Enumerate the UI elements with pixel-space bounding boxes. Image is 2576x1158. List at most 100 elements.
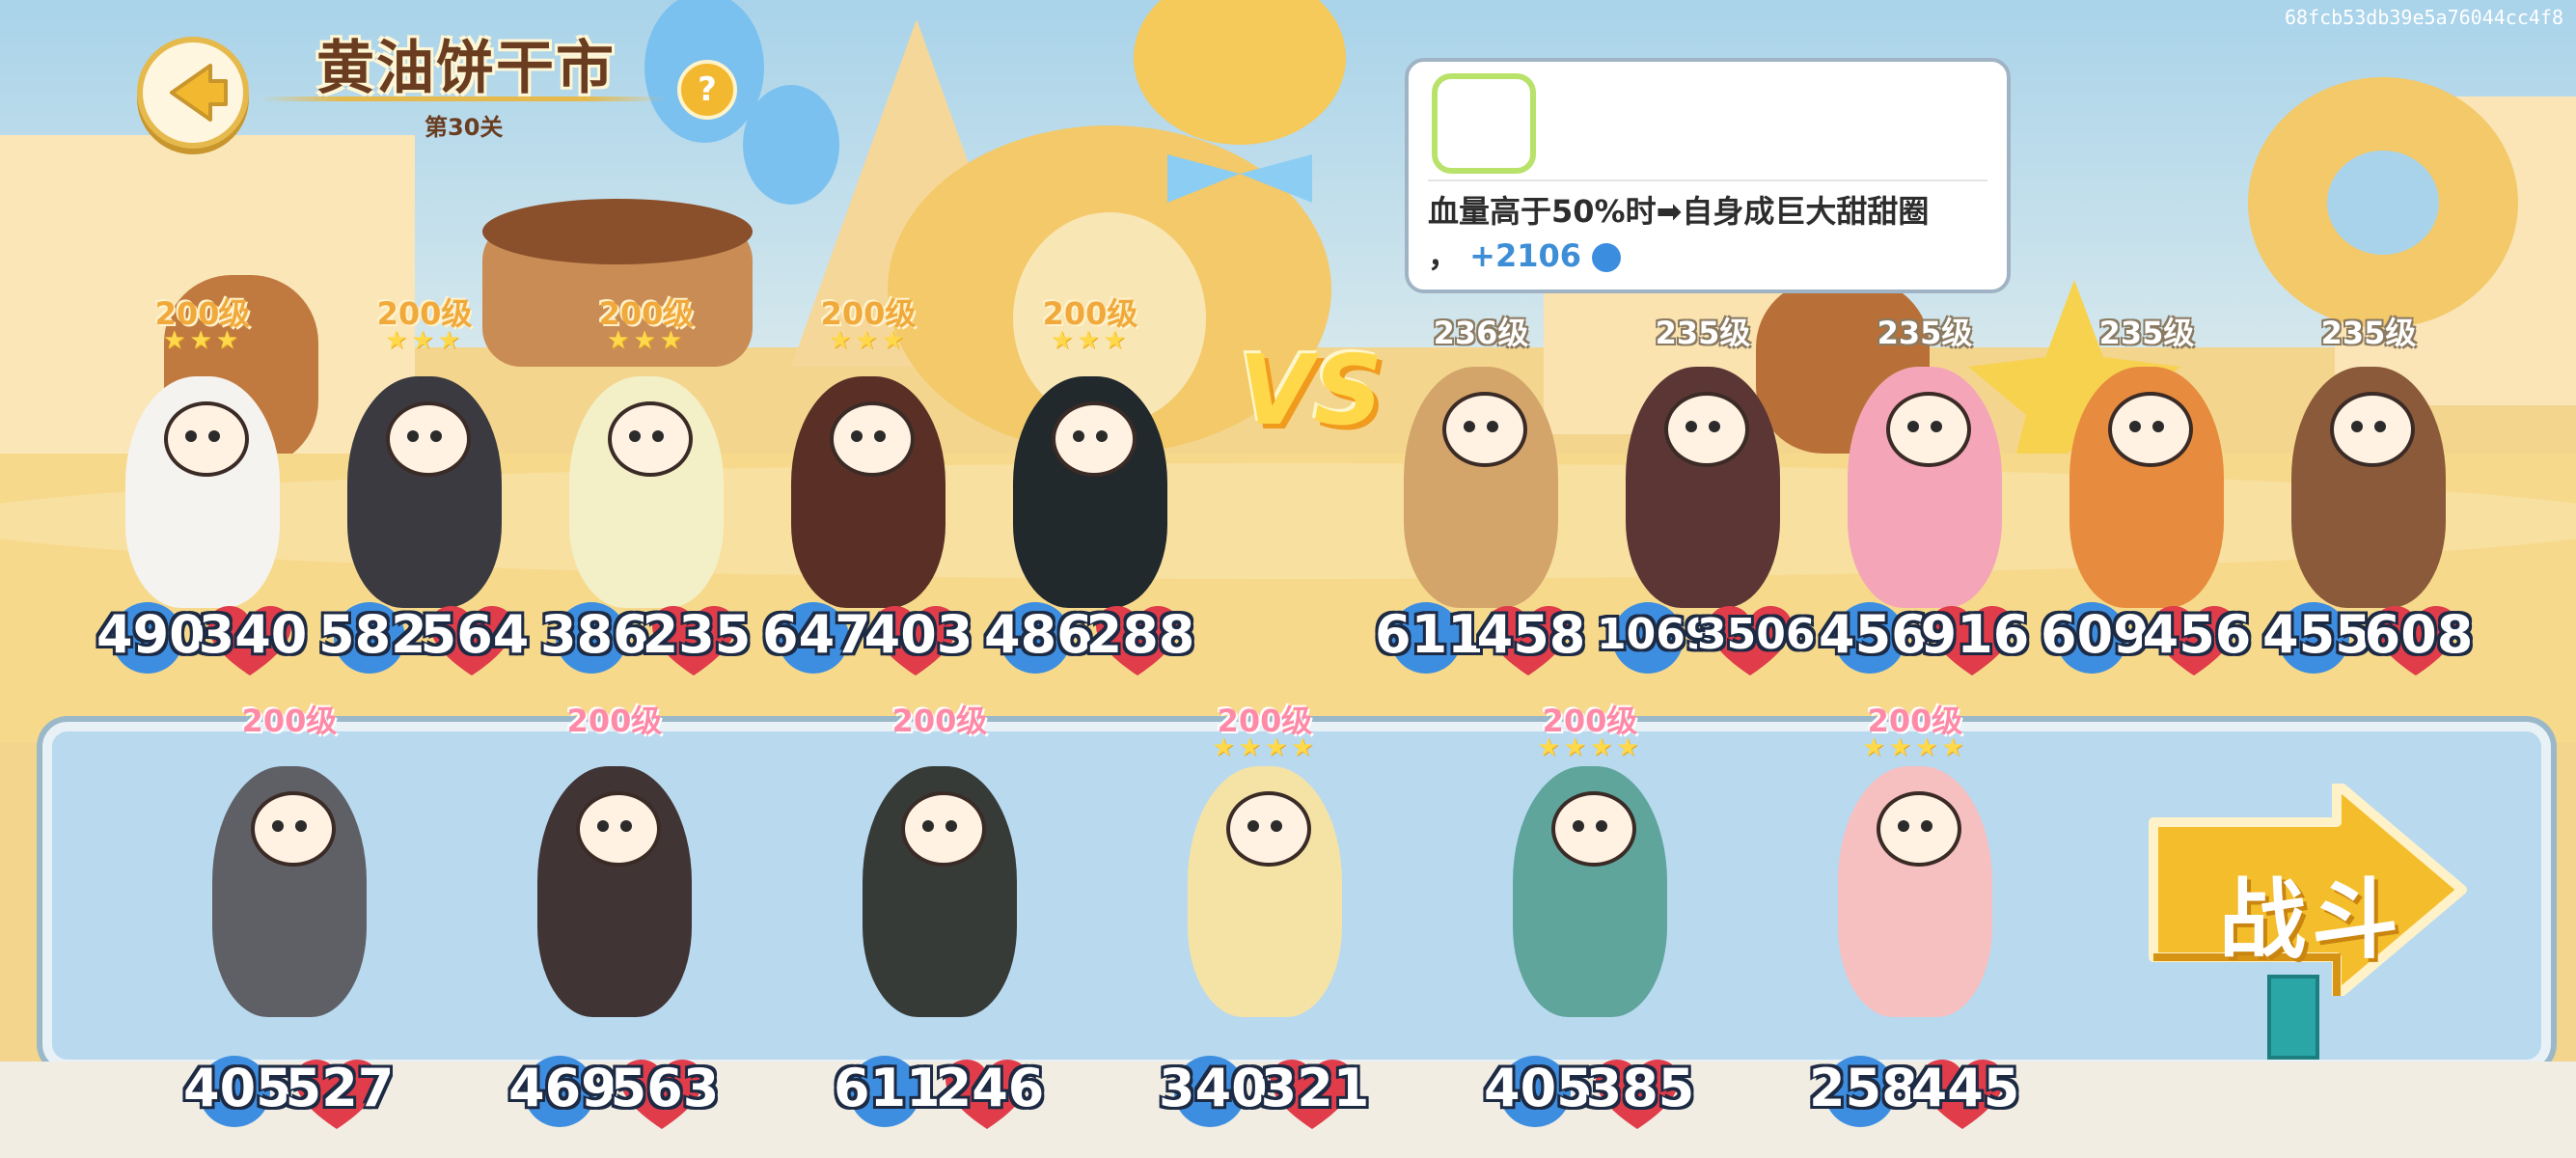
unit-hp: 445 <box>1910 1058 2020 1118</box>
unit-attack: 405 <box>183 1058 292 1118</box>
back-button[interactable] <box>137 37 249 149</box>
tooltip-condition: 血量高于50%时➡自身成巨大甜甜圈 <box>1428 193 1930 230</box>
character-eye <box>1573 820 1584 832</box>
character-face <box>1551 791 1636 867</box>
unit-hp: 916 <box>1920 604 2030 665</box>
unit-attack: 647 <box>762 604 871 665</box>
unit-stats: 386 235 <box>540 600 753 677</box>
character-toaster <box>1848 367 2002 608</box>
character-eye <box>1931 421 1942 432</box>
character-eye <box>2374 421 2386 432</box>
character-eye <box>185 430 197 442</box>
unit-hp: 235 <box>642 604 752 665</box>
blue-balloon-small <box>743 85 839 205</box>
unit-stats: 486 288 <box>984 600 1196 677</box>
unit-hp: 246 <box>935 1058 1045 1118</box>
unit-stars: ★★★ <box>163 326 242 355</box>
unit-stars: ★★★★ <box>1537 733 1643 762</box>
character-eye <box>1709 421 1720 432</box>
character-garden-gnome <box>1513 766 1667 1017</box>
unit-attack: 386 <box>540 604 649 665</box>
unit-hp: 3506 <box>1697 610 1816 659</box>
character-eye <box>407 430 419 442</box>
unit-attack: 490 <box>96 604 206 665</box>
character-eye <box>1907 421 1919 432</box>
character-face <box>2108 392 2193 467</box>
unit-hp: 458 <box>1476 604 1586 665</box>
character-eye <box>945 820 957 832</box>
unit-stats: 647 403 <box>762 600 974 677</box>
coin-icon <box>1592 243 1622 272</box>
unit-attack: 469 <box>508 1058 617 1118</box>
character-flower-fairy <box>569 376 724 608</box>
character-eye <box>652 430 664 442</box>
stage-label: 第30关 <box>425 114 504 141</box>
character-eye <box>851 430 863 442</box>
unit-stats: 611 246 <box>834 1054 1046 1131</box>
unit-attack: 582 <box>318 604 427 665</box>
character-eye <box>1487 421 1498 432</box>
character-eye <box>1464 421 1475 432</box>
character-eye <box>1271 820 1282 832</box>
character-devil-cat <box>537 766 692 1017</box>
tooltip-bonus-prefix: ， <box>1428 237 1460 274</box>
unit-stats: 456 916 <box>1819 600 2031 677</box>
character-eye <box>1073 430 1084 442</box>
character-eye <box>1596 820 1607 832</box>
unit-hp: 563 <box>610 1058 720 1118</box>
unit-stats: 611 458 <box>1375 600 1587 677</box>
unit-hp: 527 <box>285 1058 395 1118</box>
unit-attack: 611 <box>1375 604 1484 665</box>
unit-attack: 486 <box>984 604 1093 665</box>
unit-stats: 609 456 <box>2041 600 2253 677</box>
character-sprout-boy <box>1188 766 1342 1017</box>
unit-level: 235级 <box>2320 315 2417 351</box>
character-snow-leopard-ninja <box>347 376 502 608</box>
unit-stats: 340 321 <box>1159 1054 1371 1131</box>
character-rock-guitarist <box>791 376 945 608</box>
tooltip-bonus: +2106 <box>1469 237 1582 274</box>
page-title: 黄油饼干市 <box>316 35 616 102</box>
vs-label: VS <box>1239 334 1384 447</box>
character-eye <box>1921 820 1932 832</box>
character-eye <box>1247 820 1259 832</box>
character-face <box>576 791 661 867</box>
character-armored-raccoon <box>212 766 367 1017</box>
unit-stars: ★★★ <box>385 326 464 355</box>
character-face <box>1664 392 1749 467</box>
unit-attack: 611 <box>834 1058 943 1118</box>
unit-attack: 405 <box>1484 1058 1593 1118</box>
unit-stars: ★★★ <box>829 326 908 355</box>
character-face <box>1442 392 1527 467</box>
character-bunny-chef <box>1838 766 1992 1017</box>
unit-stats: 405 527 <box>183 1054 396 1131</box>
unit-stats: 490 340 <box>96 600 309 677</box>
character-eye <box>272 820 284 832</box>
unit-stars: ★★★ <box>1051 326 1130 355</box>
character-pilot-monkey <box>2291 367 2446 608</box>
unit-hp: 564 <box>420 604 530 665</box>
character-face <box>164 401 249 477</box>
character-face <box>386 401 471 477</box>
character-face <box>1052 401 1137 477</box>
character-eyepatch-cheetah <box>1404 367 1558 608</box>
unit-stars: ★★★★ <box>1212 733 1318 762</box>
unit-level: 236级 <box>1433 315 1529 351</box>
arrow-left-icon <box>170 64 228 122</box>
unit-stats: 582 564 <box>318 600 531 677</box>
unit-hp: 321 <box>1260 1058 1370 1118</box>
character-eye <box>922 820 934 832</box>
unit-stars: ★★★ <box>607 326 686 355</box>
character-angel-cat <box>125 376 280 608</box>
unit-stats: 1069 3506 <box>1597 600 1816 677</box>
fight-button-label[interactable]: 战斗 <box>2219 849 2404 975</box>
character-eye <box>1685 421 1697 432</box>
character-face <box>1226 791 1311 867</box>
help-button[interactable]: ? <box>677 60 737 120</box>
unit-hp: 456 <box>2142 604 2252 665</box>
unit-level: 235级 <box>1877 315 1973 351</box>
unit-attack: 340 <box>1159 1058 1268 1118</box>
unit-level: 235级 <box>1655 315 1751 351</box>
unit-attack: 609 <box>2041 604 2150 665</box>
tooltip-divider <box>1428 179 1987 181</box>
